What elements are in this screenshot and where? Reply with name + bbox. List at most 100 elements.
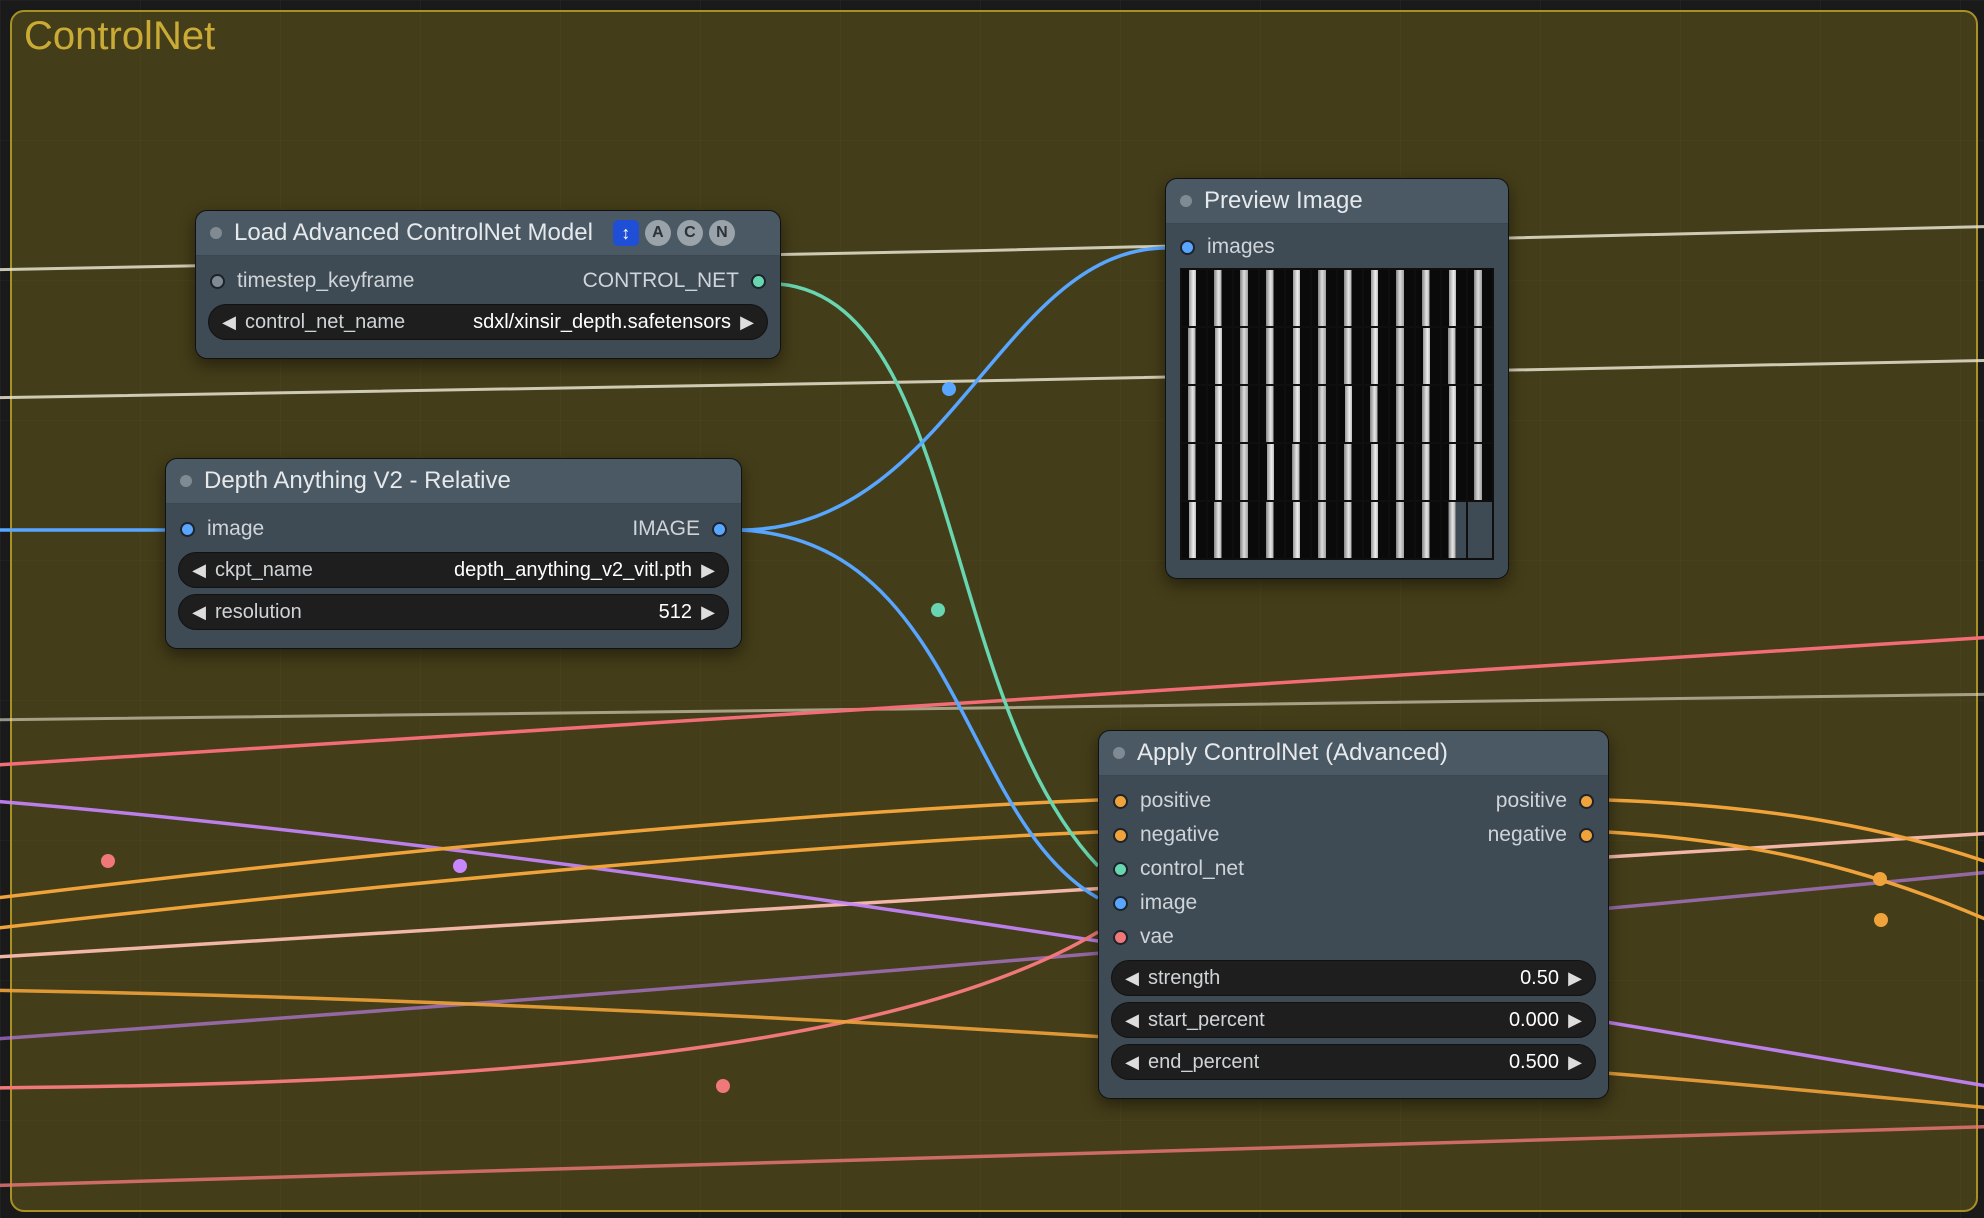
preview-thumbnail: [1390, 444, 1414, 500]
widget-value[interactable]: sdxl/xinsir_depth.safetensors: [473, 311, 731, 334]
widget-control-net-name[interactable]: ◀ control_net_name sdxl/xinsir_depth.saf…: [208, 304, 768, 340]
port-icon[interactable]: [1579, 794, 1594, 809]
preview-thumbnail: [1468, 270, 1492, 326]
chevron-right-icon[interactable]: ▶: [698, 602, 718, 623]
chevron-right-icon[interactable]: ▶: [1565, 1010, 1585, 1031]
widget-label: end_percent: [1148, 1051, 1259, 1074]
chevron-left-icon[interactable]: ◀: [219, 312, 239, 333]
node-header[interactable]: Apply ControlNet (Advanced): [1099, 731, 1608, 776]
chevron-left-icon[interactable]: ◀: [1122, 968, 1142, 989]
port-icon[interactable]: [1579, 828, 1594, 843]
preview-thumbnail: [1364, 502, 1388, 558]
chevron-right-icon[interactable]: ▶: [1565, 968, 1585, 989]
preview-thumbnail: [1312, 328, 1336, 384]
preview-thumbnail: [1260, 444, 1284, 500]
node-title: Preview Image: [1204, 187, 1363, 215]
widget-value[interactable]: 0.000: [1509, 1009, 1559, 1032]
node-apply-controlnet-advanced[interactable]: Apply ControlNet (Advanced) positive pos…: [1098, 730, 1609, 1099]
widget-value[interactable]: 512: [659, 601, 692, 624]
widget-label: strength: [1148, 967, 1220, 990]
badge-swap-icon: ↕: [613, 220, 639, 246]
io-row: image IMAGE: [166, 512, 741, 546]
node-header[interactable]: Load Advanced ControlNet Model ↕ A C N: [196, 211, 780, 256]
input-control-net[interactable]: control_net: [1113, 857, 1244, 881]
input-label: negative: [1140, 823, 1219, 847]
port-icon[interactable]: [180, 522, 195, 537]
port-icon[interactable]: [210, 274, 225, 289]
preview-thumbnail: [1182, 444, 1206, 500]
input-image[interactable]: image: [180, 517, 264, 541]
output-positive[interactable]: positive: [1496, 789, 1594, 813]
input-negative[interactable]: negative: [1113, 823, 1219, 847]
chevron-left-icon[interactable]: ◀: [1122, 1010, 1142, 1031]
input-timestep-keyframe[interactable]: timestep_keyframe: [210, 269, 414, 293]
widget-resolution[interactable]: ◀ resolution 512 ▶: [178, 594, 729, 630]
preview-thumbnail: [1364, 270, 1388, 326]
preview-thumbnail: [1234, 270, 1258, 326]
port-icon[interactable]: [1180, 240, 1195, 255]
badge-a-icon: A: [645, 220, 671, 246]
port-icon[interactable]: [1113, 930, 1128, 945]
node-preview-image[interactable]: Preview Image images: [1165, 178, 1509, 579]
input-image[interactable]: image: [1113, 891, 1197, 915]
node-header[interactable]: Depth Anything V2 - Relative: [166, 459, 741, 504]
chevron-left-icon[interactable]: ◀: [1122, 1052, 1142, 1073]
node-depth-anything-v2[interactable]: Depth Anything V2 - Relative image IMAGE…: [165, 458, 742, 649]
chevron-left-icon[interactable]: ◀: [189, 560, 209, 581]
widget-strength[interactable]: ◀ strength 0.50 ▶: [1111, 960, 1596, 996]
preview-thumbnail: [1338, 502, 1362, 558]
port-icon[interactable]: [1113, 828, 1128, 843]
preview-thumbnail: [1260, 270, 1284, 326]
widget-start-percent[interactable]: ◀ start_percent 0.000 ▶: [1111, 1002, 1596, 1038]
node-header[interactable]: Preview Image: [1166, 179, 1508, 224]
output-control-net[interactable]: CONTROL_NET: [583, 269, 766, 293]
collapse-dot-icon[interactable]: [1113, 747, 1125, 759]
widget-value[interactable]: depth_anything_v2_vitl.pth: [454, 559, 692, 582]
collapse-dot-icon[interactable]: [210, 227, 222, 239]
widget-value[interactable]: 0.500: [1509, 1051, 1559, 1074]
preview-thumbnail: [1416, 386, 1440, 442]
preview-thumbnail: [1286, 270, 1310, 326]
chevron-right-icon[interactable]: ▶: [1565, 1052, 1585, 1073]
node-load-advanced-controlnet-model[interactable]: Load Advanced ControlNet Model ↕ A C N t…: [195, 210, 781, 359]
preview-thumbnail: [1390, 386, 1414, 442]
preview-thumbnail: [1286, 444, 1310, 500]
io-row: timestep_keyframe CONTROL_NET: [196, 264, 780, 298]
widget-value[interactable]: 0.50: [1520, 967, 1559, 990]
collapse-dot-icon[interactable]: [1180, 195, 1192, 207]
preview-thumbnail: [1312, 270, 1336, 326]
preview-thumbnail: [1390, 328, 1414, 384]
port-icon[interactable]: [1113, 862, 1128, 877]
preview-thumbnail: [1260, 386, 1284, 442]
widget-label: control_net_name: [245, 311, 405, 334]
chevron-right-icon[interactable]: ▶: [737, 312, 757, 333]
chevron-left-icon[interactable]: ◀: [189, 602, 209, 623]
input-label: images: [1207, 235, 1275, 259]
output-image[interactable]: IMAGE: [632, 517, 727, 541]
port-icon[interactable]: [751, 274, 766, 289]
preview-thumbnail: [1182, 386, 1206, 442]
widget-ckpt-name[interactable]: ◀ ckpt_name depth_anything_v2_vitl.pth ▶: [178, 552, 729, 588]
preview-thumbnail: [1182, 270, 1206, 326]
preview-thumbnail: [1338, 386, 1362, 442]
port-icon[interactable]: [1113, 896, 1128, 911]
widget-end-percent[interactable]: ◀ end_percent 0.500 ▶: [1111, 1044, 1596, 1080]
port-icon[interactable]: [1113, 794, 1128, 809]
preview-thumbnail: [1208, 386, 1232, 442]
preview-thumbnail: [1390, 270, 1414, 326]
input-images[interactable]: images: [1180, 232, 1494, 262]
collapse-dot-icon[interactable]: [180, 475, 192, 487]
preview-thumbnail: [1416, 444, 1440, 500]
input-vae[interactable]: vae: [1113, 925, 1174, 949]
preview-thumbnail: [1208, 270, 1232, 326]
input-label: control_net: [1140, 857, 1244, 881]
port-icon[interactable]: [712, 522, 727, 537]
output-label: CONTROL_NET: [583, 269, 739, 293]
output-label: negative: [1488, 823, 1567, 847]
output-label: positive: [1496, 789, 1567, 813]
output-negative[interactable]: negative: [1488, 823, 1594, 847]
chevron-right-icon[interactable]: ▶: [698, 560, 718, 581]
input-label: image: [207, 517, 264, 541]
input-positive[interactable]: positive: [1113, 789, 1211, 813]
node-graph-canvas[interactable]: ControlNet: [0, 0, 1984, 1218]
